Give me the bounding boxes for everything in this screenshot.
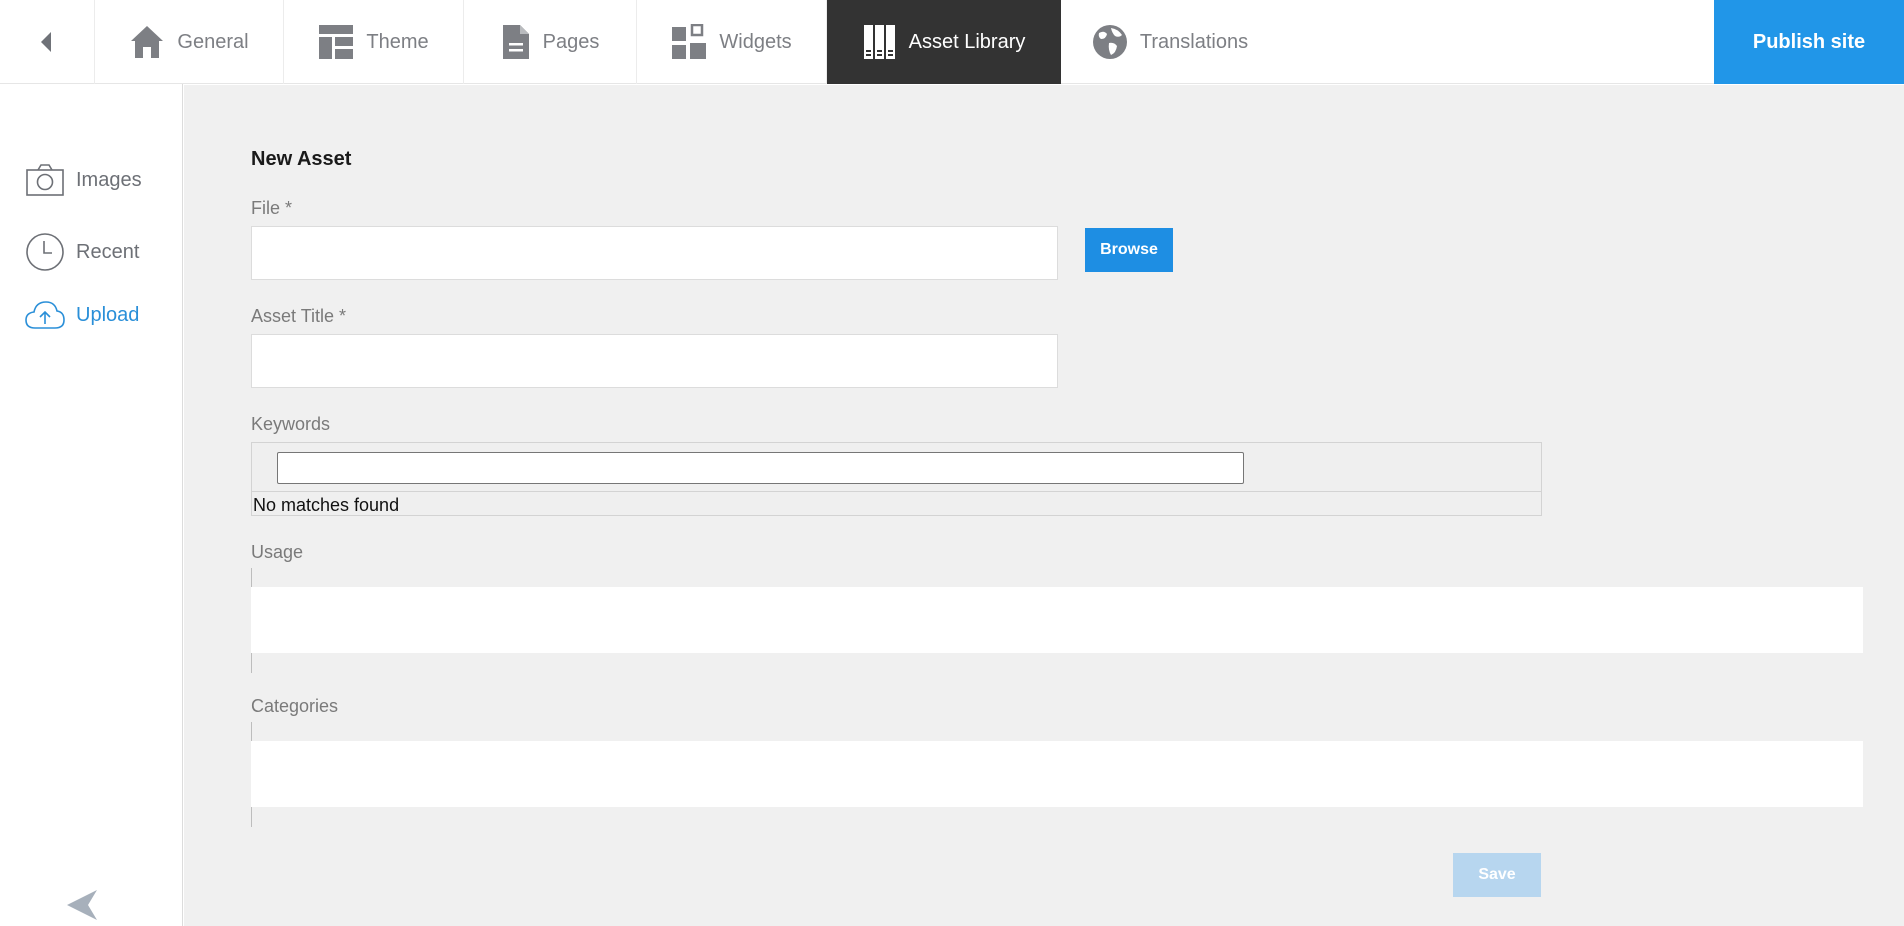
widgets-icon xyxy=(671,24,707,60)
tab-theme[interactable]: Theme xyxy=(284,0,464,84)
keywords-search-area xyxy=(252,443,1541,492)
tab-label: Widgets xyxy=(719,30,792,53)
globe-icon xyxy=(1092,24,1128,60)
back-button[interactable] xyxy=(0,0,95,84)
document-icon xyxy=(501,24,531,60)
divider xyxy=(251,568,252,588)
keywords-empty-message: No matches found xyxy=(253,495,400,515)
sidebar-item-upload[interactable]: Upload xyxy=(24,300,139,330)
tab-label: Theme xyxy=(366,30,429,53)
tab-widgets[interactable]: Widgets xyxy=(637,0,827,84)
divider xyxy=(251,722,252,742)
camera-icon xyxy=(24,164,66,196)
chevron-left-icon xyxy=(41,32,51,52)
sidebar: Images Recent Upload xyxy=(0,84,183,926)
sidebar-item-label: Upload xyxy=(76,303,140,326)
usage-label: Usage xyxy=(251,542,304,562)
keywords-selector: No matches found xyxy=(251,442,1542,516)
tab-label: Translations xyxy=(1139,30,1249,53)
sidebar-item-recent[interactable]: Recent xyxy=(24,232,139,272)
tab-translations[interactable]: Translations xyxy=(1061,0,1279,84)
home-icon xyxy=(129,24,165,60)
asset-title-input[interactable] xyxy=(251,334,1058,388)
top-navigation-bar: General Theme Pages Widgets Asset Librar… xyxy=(0,0,1904,84)
cloud-upload-icon xyxy=(24,300,66,330)
tab-label: Asset Library xyxy=(908,30,1026,53)
layout-icon xyxy=(318,24,354,60)
publish-site-button[interactable]: Publish site xyxy=(1714,0,1904,84)
save-button[interactable]: Save xyxy=(1453,853,1541,897)
sidebar-item-label: Images xyxy=(76,168,142,191)
tab-general[interactable]: General xyxy=(95,0,284,84)
divider xyxy=(251,653,252,673)
tab-pages[interactable]: Pages xyxy=(464,0,637,84)
sidebar-item-images[interactable]: Images xyxy=(24,164,142,196)
sidebar-item-label: Recent xyxy=(76,240,140,263)
keywords-search-input[interactable] xyxy=(277,452,1244,484)
send-arrow-icon xyxy=(67,890,97,920)
collapse-sidebar-button[interactable] xyxy=(66,889,98,926)
divider xyxy=(251,807,252,827)
keywords-label: Keywords xyxy=(251,414,331,434)
browse-button[interactable]: Browse xyxy=(1085,228,1173,272)
usage-field[interactable] xyxy=(251,587,1863,653)
clock-icon xyxy=(24,232,66,272)
asset-form-panel: New Asset File * Browse Asset Title * Ke… xyxy=(184,85,1904,926)
tab-asset-library[interactable]: Asset Library xyxy=(827,0,1061,84)
categories-field[interactable] xyxy=(251,741,1863,807)
file-label: File * xyxy=(251,198,293,218)
tab-label: General xyxy=(177,30,249,53)
categories-label: Categories xyxy=(251,696,339,716)
asset-title-label: Asset Title * xyxy=(251,306,347,326)
tab-label: Pages xyxy=(542,30,600,53)
file-input[interactable] xyxy=(251,226,1058,280)
library-icon xyxy=(863,24,897,60)
form-title: New Asset xyxy=(251,148,352,170)
